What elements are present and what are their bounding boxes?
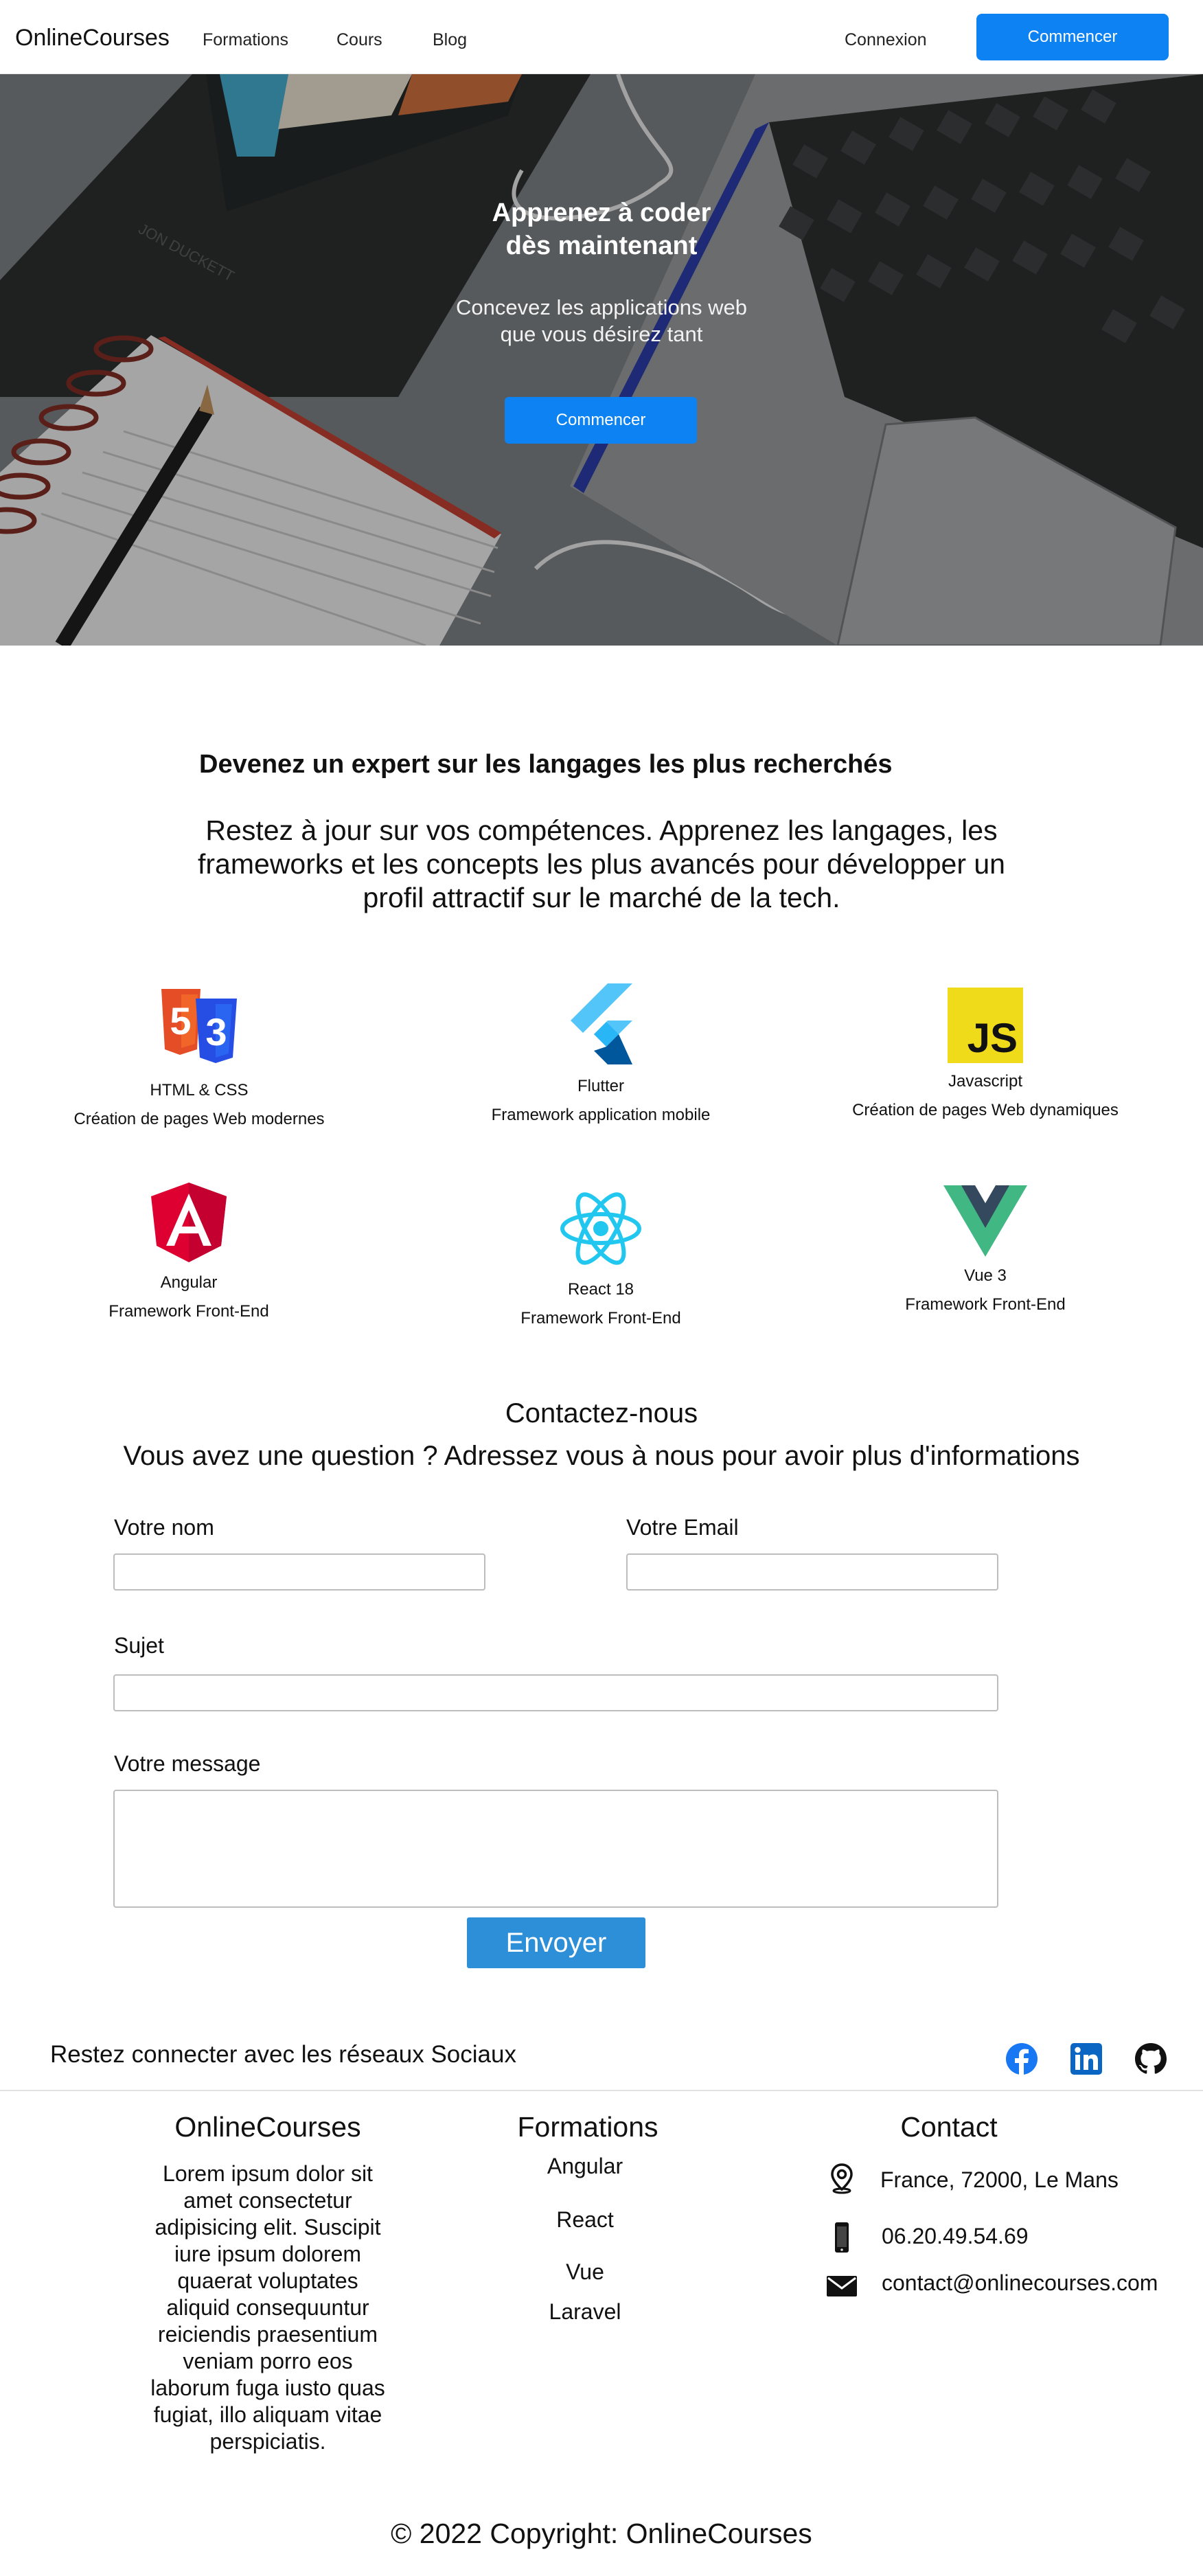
login-link[interactable]: Connexion xyxy=(845,30,927,50)
footer-email[interactable]: contact@onlinecourses.com xyxy=(882,2270,1158,2296)
location-pin-icon xyxy=(831,2163,853,2194)
email-label: Votre Email xyxy=(626,1515,739,1540)
tech-name: Javascript xyxy=(948,1072,1023,1091)
subject-label: Sujet xyxy=(114,1633,164,1658)
footer-link-react[interactable]: React xyxy=(516,2207,654,2233)
svg-text:3: 3 xyxy=(205,1010,227,1053)
nav-start-button[interactable]: Commencer xyxy=(976,14,1169,60)
html-css-icon: 5 3 xyxy=(161,989,237,1063)
navbar: OnlineCourses Formations Cours Blog Conn… xyxy=(0,0,1203,74)
angular-icon xyxy=(151,1183,227,1262)
phone-icon xyxy=(835,2222,849,2253)
message-label: Votre message xyxy=(114,1751,261,1776)
footer-link-laravel[interactable]: Laravel xyxy=(516,2299,654,2325)
linkedin-icon[interactable] xyxy=(1070,2042,1103,2075)
envelope-icon xyxy=(827,2276,857,2296)
tech-name: Flutter xyxy=(577,1077,624,1095)
hero-subtitle-line2: que vous désirez tant xyxy=(500,322,703,346)
expert-title: Devenez un expert sur les langages les p… xyxy=(199,750,893,779)
tech-card-react: React 18 Framework Front-End xyxy=(450,1191,752,1329)
hero-section: JON DUCKETT Apprenez à coder dès mainten… xyxy=(0,74,1203,646)
name-label: Votre nom xyxy=(114,1515,214,1540)
flutter-icon xyxy=(571,983,632,1064)
tech-description: Création de pages Web dynamiques xyxy=(852,1101,1119,1119)
tech-description: Framework Front-End xyxy=(905,1295,1066,1314)
footer-address: France, 72000, Le Mans xyxy=(880,2167,1119,2192)
tech-card-vue: Vue 3 Framework Front-End xyxy=(831,1185,1140,1315)
copyright: © 2022 Copyright: OnlineCourses xyxy=(391,2518,812,2549)
facebook-icon[interactable] xyxy=(1005,2042,1038,2075)
tech-description: Création de pages Web modernes xyxy=(73,1110,325,1128)
footer-phone: 06.20.49.54.69 xyxy=(882,2224,1029,2248)
footer-about-text: Lorem ipsum dolor sit amet consectetur a… xyxy=(150,2161,385,2454)
hero-title-line2: dès maintenant xyxy=(505,231,698,260)
tech-description: Framework application mobile xyxy=(491,1106,711,1124)
contact-title: Contactez-nous xyxy=(505,1398,698,1428)
tech-name: HTML & CSS xyxy=(150,1081,249,1099)
hero-start-button[interactable]: Commencer xyxy=(505,397,697,444)
tech-card-flutter: Flutter Framework application mobile xyxy=(450,983,752,1126)
nav-link-formations[interactable]: Formations xyxy=(203,30,288,50)
expert-description: Restez à jour sur vos compétences. Appre… xyxy=(198,814,1005,913)
javascript-icon: JS xyxy=(948,988,1023,1063)
tech-name: Vue 3 xyxy=(964,1266,1007,1285)
hero-background-image: JON DUCKETT xyxy=(0,74,1203,646)
hero-title-line1: Apprenez à coder xyxy=(492,198,711,227)
github-icon[interactable] xyxy=(1134,2042,1167,2075)
tech-description: Framework Front-End xyxy=(520,1309,681,1327)
hero-subtitle-line1: Concevez les applications web xyxy=(456,295,747,319)
tech-card-javascript: JS Javascript Création de pages Web dyna… xyxy=(831,988,1140,1121)
footer-formations-title: Formations xyxy=(517,2111,658,2143)
footer-link-angular[interactable]: Angular xyxy=(516,2154,654,2179)
hero-title: Apprenez à coder dès maintenant xyxy=(396,196,807,262)
message-textarea[interactable] xyxy=(113,1790,998,1908)
nav-link-cours[interactable]: Cours xyxy=(336,30,382,50)
javascript-icon-text: JS xyxy=(967,1015,1018,1061)
vue-icon xyxy=(943,1185,1027,1257)
react-icon xyxy=(560,1192,641,1265)
contact-subtitle: Vous avez une question ? Adressez vous à… xyxy=(123,1441,1080,1471)
brand-logo[interactable]: OnlineCourses xyxy=(15,25,170,52)
email-input[interactable] xyxy=(626,1553,998,1591)
tech-name: Angular xyxy=(160,1273,218,1292)
tech-card-html-css: 5 3 HTML & CSS Création de pages Web mod… xyxy=(48,989,350,1130)
tech-name: React 18 xyxy=(567,1280,634,1299)
footer-about-title: OnlineCourses xyxy=(174,2111,361,2143)
name-input[interactable] xyxy=(113,1553,485,1591)
footer-contact-title: Contact xyxy=(900,2111,998,2143)
social-text: Restez connecter avec les réseaux Sociau… xyxy=(50,2041,516,2068)
footer-divider xyxy=(0,2090,1203,2091)
tech-card-angular: Angular Framework Front-End xyxy=(38,1183,340,1322)
footer-link-vue[interactable]: Vue xyxy=(516,2259,654,2285)
nav-link-blog[interactable]: Blog xyxy=(433,30,467,50)
subject-input[interactable] xyxy=(113,1674,998,1711)
send-button[interactable]: Envoyer xyxy=(467,1917,645,1968)
svg-text:5: 5 xyxy=(170,999,191,1042)
hero-subtitle: Concevez les applications web que vous d… xyxy=(396,294,807,347)
tech-description: Framework Front-End xyxy=(108,1302,269,1321)
